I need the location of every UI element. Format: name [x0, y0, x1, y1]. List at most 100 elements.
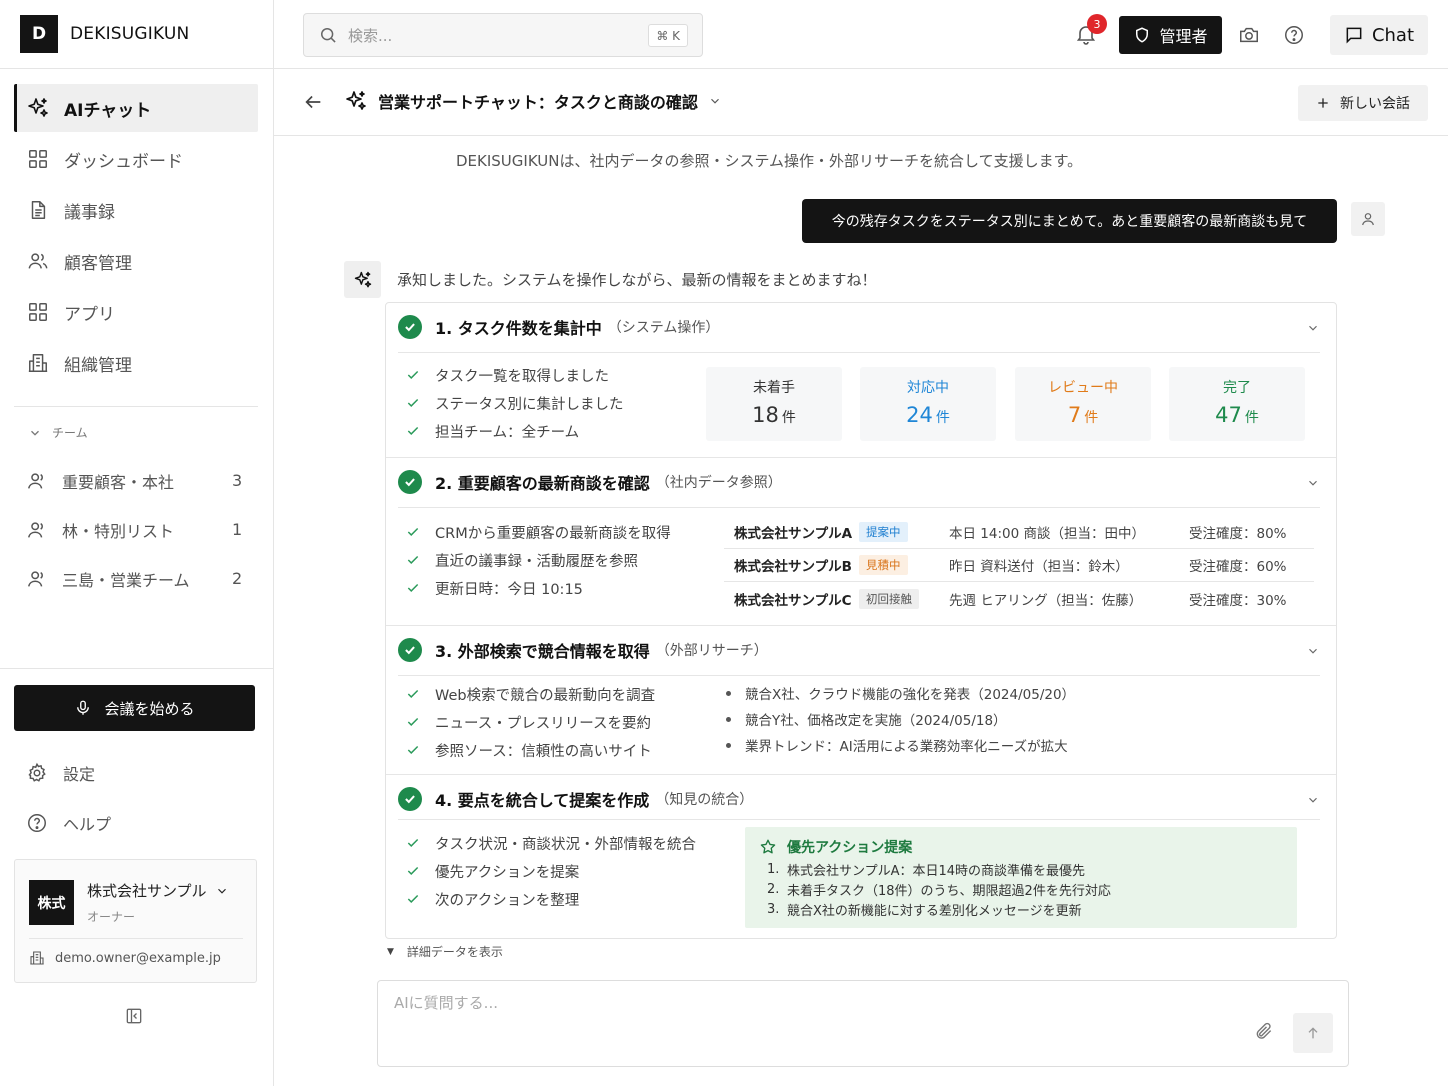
triangle-down-icon: ▼	[387, 946, 394, 957]
check-icon	[407, 555, 419, 564]
team-label: 三島・営業チーム	[62, 570, 190, 590]
paperclip-icon[interactable]	[1254, 1021, 1274, 1041]
check-icon	[407, 745, 419, 754]
list-item: 2. 未着手タスク（18件）のうち、期限超過2件を先行対応	[767, 881, 1111, 899]
chevron-down-icon[interactable]	[1306, 644, 1320, 658]
stat-unit: 件	[1244, 410, 1259, 426]
brand-name: DEKISUGIKUN	[70, 24, 190, 44]
team-section-toggle[interactable]: チーム	[28, 424, 88, 441]
step-header[interactable]: 2. 重要顧客の最新商談を確認 （社内データ参照）	[398, 470, 782, 494]
stat-unit: 件	[781, 410, 796, 426]
camera-icon[interactable]	[1238, 24, 1260, 46]
user-avatar	[1351, 202, 1385, 236]
new-chat-label: 新しい会話	[1340, 96, 1410, 112]
step-divider	[398, 675, 1320, 676]
sparkle-icon	[344, 89, 368, 113]
apps-icon	[26, 300, 50, 324]
stat-value: 7	[1067, 403, 1082, 427]
sidebar-item-minutes[interactable]: 議事録	[14, 186, 258, 234]
sidebar-item-customers[interactable]: 顧客管理	[14, 237, 258, 285]
table-row[interactable]: 株式会社サンプルC 初回接触 先週 ヒアリング（担当：佐藤） 受注確度：30%	[724, 582, 1314, 615]
chat-header: 営業サポートチャット：タスクと商談の確認 新しい会話	[274, 69, 1448, 136]
collapse-sidebar-icon[interactable]	[124, 1006, 144, 1026]
stat-value: 18	[752, 403, 779, 427]
account-switcher[interactable]: 株式 株式会社サンプル オーナー demo.owner@example.jp	[14, 859, 257, 983]
send-button[interactable]	[1293, 1013, 1333, 1053]
stat-value-row: 18 件	[706, 403, 842, 427]
step-bullets: Web検索で競合の最新動向を調査 ニュース・プレスリリースを要約 参照ソース：信…	[406, 680, 655, 764]
search-bar[interactable]: 検索... ⌘ K	[303, 13, 703, 57]
team-item[interactable]: 三島・営業チーム 2	[26, 554, 246, 603]
step-bullets: CRMから重要顧客の最新商談を取得 直近の議事録・活動履歴を参照 更新日時：今日…	[406, 518, 671, 602]
deals-table: 株式会社サンプルA 提案中 本日 14:00 商談（担当：田中） 受注確度：80…	[724, 516, 1314, 615]
chat-input[interactable]	[394, 991, 1214, 1015]
bullet-item: 更新日時：今日 10:15	[406, 574, 671, 602]
gear-icon	[26, 762, 48, 784]
brand[interactable]: D DEKISUGIKUN	[0, 0, 274, 69]
show-details-label: 詳細データを表示	[406, 945, 503, 959]
sidebar-item-label: ダッシュボード	[64, 151, 183, 172]
intro-text: DEKISUGIKUNは、社内データの参照・システム操作・外部リサーチを統合して…	[456, 152, 1083, 170]
start-meeting-button[interactable]: 会議を始める	[14, 685, 255, 731]
step-header[interactable]: 1. タスク件数を集計中 （システム操作）	[398, 315, 719, 339]
admin-button[interactable]: 管理者	[1119, 16, 1222, 54]
stat-in-progress: 対応中 24 件	[860, 367, 996, 441]
help-icon[interactable]	[1283, 24, 1305, 46]
account-logo: 株式	[29, 880, 74, 925]
step-subtitle: （外部リサーチ）	[655, 643, 768, 659]
sidebar-item-label: 議事録	[64, 202, 115, 223]
team-item[interactable]: 重要顧客・本社 3	[26, 456, 246, 505]
check-icon	[407, 838, 419, 847]
check-icon	[407, 866, 419, 875]
deal-company: 株式会社サンプルA	[734, 526, 853, 542]
settings-link[interactable]: 設定	[26, 761, 95, 785]
table-row[interactable]: 株式会社サンプルA 提案中 本日 14:00 商談（担当：田中） 受注確度：80…	[724, 516, 1314, 549]
chevron-down-icon[interactable]	[1306, 793, 1320, 807]
bullet-item: タスク一覧を取得しました	[406, 361, 624, 389]
bullet-item: 直近の議事録・活動履歴を参照	[406, 546, 671, 574]
sidebar-item-ai-chat[interactable]: AIチャット	[14, 84, 258, 132]
sidebar-item-dashboard[interactable]: ダッシュボード	[14, 135, 258, 183]
sidebar: D DEKISUGIKUN AIチャット ダッシュボード 議事録 顧客管理 アプ…	[0, 0, 274, 1086]
chat-button[interactable]: Chat	[1330, 15, 1428, 55]
arrow-up-icon	[1308, 1027, 1318, 1039]
chat-title: 営業サポートチャット：タスクと商談の確認	[378, 93, 698, 112]
help-link[interactable]: ヘルプ	[26, 811, 111, 835]
table-row[interactable]: 株式会社サンプルB 見積中 昨日 資料送付（担当：鈴木） 受注確度：60%	[724, 549, 1314, 582]
bullet-item: ステータス別に集計しました	[406, 389, 624, 417]
user-icon	[1362, 213, 1374, 226]
step-header[interactable]: 4. 要点を統合して提案を作成 （知見の統合）	[398, 787, 753, 811]
account-name: 株式会社サンプル	[87, 882, 207, 900]
building-icon	[26, 351, 50, 375]
step-subtitle: （システム操作）	[607, 320, 720, 336]
sparkle-icon	[26, 96, 50, 120]
sidebar-item-apps[interactable]: アプリ	[14, 288, 258, 336]
check-icon	[407, 426, 419, 435]
check-icon	[407, 370, 419, 379]
deal-probability: 受注確度：60%	[1189, 559, 1287, 575]
deal-status-badge: 初回接触	[859, 588, 919, 609]
step-header[interactable]: 3. 外部検索で競合情報を取得 （外部リサーチ）	[398, 638, 768, 662]
chat-title-dropdown[interactable]: 営業サポートチャット：タスクと商談の確認	[344, 89, 722, 113]
account-email: demo.owner@example.jp	[55, 950, 221, 966]
stat-value-row: 24 件	[860, 403, 996, 427]
new-chat-button[interactable]: 新しい会話	[1298, 85, 1428, 121]
chevron-down-icon	[215, 884, 229, 898]
chevron-down-icon[interactable]	[1306, 476, 1320, 490]
arrow-left-icon[interactable]	[302, 91, 324, 113]
step-4: 4. 要点を統合して提案を作成 （知見の統合） タスク状況・商談状況・外部情報を…	[386, 775, 1336, 938]
chevron-down-icon[interactable]	[1306, 321, 1320, 335]
check-icon	[407, 583, 419, 592]
sidebar-item-organization[interactable]: 組織管理	[14, 339, 258, 387]
account-name-row[interactable]: 株式会社サンプル	[87, 880, 229, 901]
team-item[interactable]: 林・特別リスト 1	[26, 505, 246, 554]
step-1: 1. タスク件数を集計中 （システム操作） タスク一覧を取得しました ステータス…	[386, 303, 1336, 457]
plus-icon	[1316, 96, 1330, 110]
shield-icon	[1133, 26, 1151, 44]
steps-card: 1. タスク件数を集計中 （システム操作） タスク一覧を取得しました ステータス…	[385, 302, 1337, 939]
notification-badge: 3	[1087, 14, 1107, 34]
document-icon	[26, 198, 50, 222]
show-details-toggle[interactable]: ▼ 詳細データを表示	[387, 943, 503, 960]
search-shortcut: ⌘ K	[648, 24, 688, 47]
account-email-row: demo.owner@example.jp	[29, 950, 221, 966]
